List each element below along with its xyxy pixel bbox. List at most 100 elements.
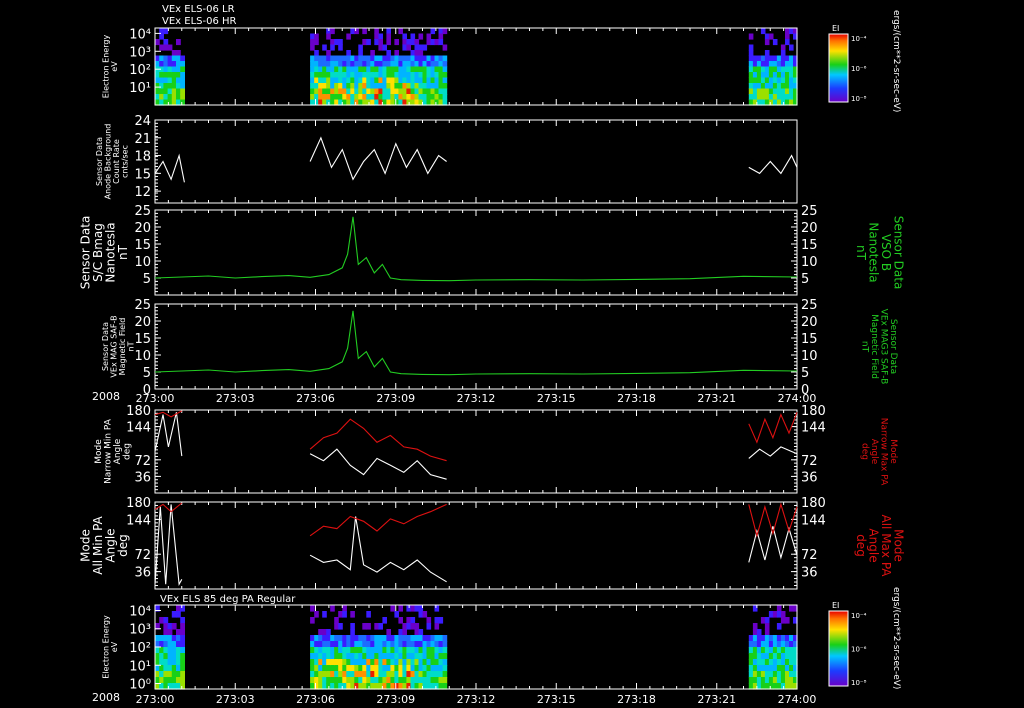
heatmap-cell [322,55,327,62]
heatmap-cell [374,88,379,95]
heatmap-cell [171,83,177,90]
heatmap-cell [772,641,778,648]
heatmap-cell [434,94,440,101]
heatmap-cell [171,671,177,678]
heatmap-cell [366,66,371,73]
heatmap-cell [322,66,327,73]
heatmap-cell [772,677,778,684]
heatmap-cell [760,671,766,678]
heatmap-cell [180,72,185,79]
heatmap-cell [772,66,778,73]
heatmap-cell [167,77,173,84]
heatmap-cell [398,635,403,642]
heatmap-cell [434,641,440,648]
heatmap-cell [752,88,758,95]
heatmap-cell [350,623,355,630]
heatmap-cell [760,28,766,35]
heatmap-cell [346,55,351,62]
heatmap-cell [366,653,371,660]
heatmap-cell [789,83,794,90]
heatmap-cell [159,659,164,666]
heatmap-cell [310,44,315,51]
heatmap-cell [354,641,359,648]
heatmap-cell [768,653,774,660]
panel-sc-bmag: 25 25 20 20 15 15 10 10 5 5 Sensor DataS/C BmagNan… [78,204,906,296]
heatmap-cell [358,66,363,73]
heatmap-cell [358,635,363,642]
heatmap-cell [163,647,169,654]
heatmap-cell [418,629,424,636]
series-0-segment-0 [154,216,798,282]
heatmap-cell [322,659,327,666]
heatmap-cell [346,66,351,73]
heatmap-cell [338,659,343,666]
heatmap-cell [378,635,383,642]
heatmap-cell [159,61,164,68]
heatmap-cell [394,77,399,84]
heatmap-cell [362,77,367,84]
heatmap-cell [362,28,367,35]
panel-mag-saf-b: 25 2520 2015 1510 105 50 0Sensor Data VEx MAG S… [101,298,898,398]
heatmap-cell [438,88,444,95]
ylabel-anode-background-line-3: cnts/sec [120,145,129,178]
heatmap-cell [310,83,315,90]
heatmap-cell [764,677,770,684]
heatmap-cell [398,72,403,79]
heatmap-cells [155,28,798,106]
heatmap-cell [310,659,315,666]
heatmap-cell [426,72,432,79]
heatmap-cell [760,677,766,684]
heatmap-cell [442,677,448,684]
heatmap-cell [176,55,181,62]
heatmap-cell [390,83,395,90]
heatmap-cell [382,677,387,684]
heatmap-cell [780,659,786,666]
heatmap-cell [180,641,185,648]
heatmap-cell [159,617,164,624]
heatmap-cell [438,66,444,73]
heatmap-cell [414,665,420,672]
heatmap-cell [410,653,416,660]
heatmap-cell [374,641,379,648]
heatmap-cell [310,635,315,642]
heatmap-cell [752,635,758,642]
heatmap-cell [318,72,323,79]
heatmap-cell [382,83,387,90]
heatmap-cell [760,617,766,624]
y-tick-label-right: 72 [801,454,818,469]
heatmap-cell [163,61,169,68]
heatmap-cell [438,61,444,68]
heatmap-cell [334,659,339,666]
heatmap-cell [350,647,355,654]
heatmap-cell [176,647,181,654]
heatmap-cell [180,617,185,624]
heatmap-cell [350,83,355,90]
heatmap-cell [780,72,786,79]
heatmap-cell [346,641,351,648]
heatmap-cell [326,72,331,79]
heatmap-cell [772,671,778,678]
heatmap-cell [442,671,448,678]
heatmap-cell [338,77,343,84]
heatmap-cell [366,72,371,79]
heatmap-cell [386,61,391,68]
heatmap-cell [326,635,331,642]
heatmap-cell [406,72,411,79]
heatmap-cell [330,83,335,90]
heatmap-cell [414,72,420,79]
heatmap-cell [362,94,367,101]
y-tick-label: 144 [126,513,151,528]
heatmap-cell [163,671,169,678]
heatmap-cell [338,55,343,62]
heatmap-cell [402,641,407,648]
heatmap-cell [442,647,448,654]
heatmap-cell [310,641,315,648]
ylabel-spectrogram-bottom-line-1: eV [110,641,119,652]
y-tick-label-right: 5 [801,272,809,287]
heatmap-cell [366,611,371,618]
heatmap-cell [180,635,185,642]
heatmap-cell [442,641,448,648]
heatmap-cell [386,28,391,35]
heatmap-cell [398,28,403,35]
heatmap-cell [338,665,343,672]
